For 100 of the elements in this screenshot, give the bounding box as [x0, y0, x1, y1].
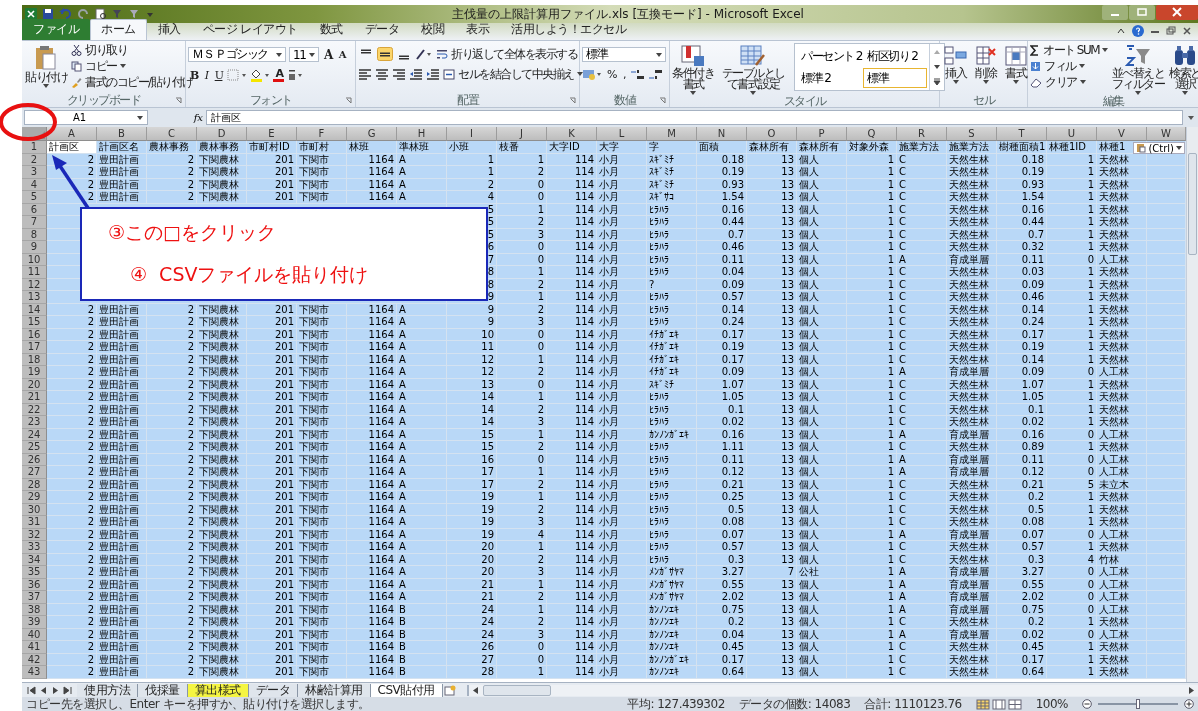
table-cell: 施業方法 — [947, 141, 997, 154]
table-cell: A — [897, 466, 947, 479]
table-cell: 下関市 — [297, 441, 347, 454]
ribbon-tab[interactable]: 挿入 — [146, 19, 192, 40]
row-header[interactable]: 37 — [22, 591, 47, 604]
table-cell: 13 — [747, 441, 797, 454]
insert-button[interactable]: 挿入 — [942, 43, 969, 84]
column-header[interactable]: O — [747, 127, 797, 141]
column-header[interactable]: P — [797, 127, 847, 141]
clear-button[interactable]: クリア — [1030, 75, 1109, 89]
font-name-dropdown[interactable]: ＭＳ Ｐゴシック — [188, 47, 286, 62]
grow-font-button[interactable]: A — [322, 47, 334, 62]
row-header[interactable]: 1 — [22, 141, 47, 154]
table-cell: 1 — [847, 441, 897, 454]
row-header[interactable]: 7 — [22, 216, 47, 229]
delete-button[interactable]: 削除 — [972, 43, 999, 84]
row-header[interactable]: 25 — [22, 441, 47, 454]
underline-button[interactable]: U — [212, 68, 225, 82]
column-header[interactable]: B — [97, 127, 147, 141]
column-header[interactable]: H — [397, 127, 447, 141]
sheet-tab[interactable]: 使用方法 — [77, 683, 138, 697]
column-header[interactable]: T — [997, 127, 1047, 141]
name-box[interactable]: A1 — [24, 110, 148, 125]
table-cell: 天然林 — [1097, 316, 1147, 329]
row-header[interactable]: 41 — [22, 641, 47, 654]
column-header[interactable]: F — [297, 127, 347, 141]
row-header[interactable]: 43 — [22, 666, 47, 679]
format-button[interactable]: 書式 — [1002, 43, 1029, 84]
conditional-formatting-button[interactable]: 条件付き書式 — [672, 43, 714, 95]
autosum-button[interactable]: オート SUM — [1030, 43, 1109, 57]
column-header[interactable]: S — [947, 127, 997, 141]
table-cell: 201 — [247, 516, 297, 529]
sheet-tab[interactable]: 林齢計算用 — [298, 683, 371, 697]
sort-filter-button[interactable]: 並べ替えとフィルター — [1111, 43, 1166, 95]
ribbon-tab[interactable]: 数式 — [308, 19, 354, 40]
ribbon-tab[interactable]: ページ レイアウト — [191, 19, 309, 40]
row-header[interactable]: 15 — [22, 316, 47, 329]
column-header[interactable]: Q — [847, 127, 897, 141]
row-header[interactable]: 29 — [22, 491, 47, 504]
table-cell: 1 — [847, 316, 897, 329]
percent-button[interactable]: % — [605, 68, 618, 81]
column-header[interactable]: V — [1097, 127, 1147, 141]
row-header[interactable]: 23 — [22, 416, 47, 429]
column-header[interactable]: D — [197, 127, 247, 141]
cell-style-option[interactable]: 桁区切り 2 — [863, 46, 927, 66]
row-header[interactable]: 19 — [22, 366, 47, 379]
cell-style-option[interactable]: 標準 — [863, 68, 927, 88]
row-header[interactable]: 5 — [22, 191, 47, 204]
column-header[interactable]: W — [1147, 127, 1186, 141]
font-color-button[interactable]: A — [273, 68, 285, 82]
column-header[interactable]: E — [247, 127, 297, 141]
column-header[interactable]: N — [697, 127, 747, 141]
column-header[interactable]: I — [447, 127, 497, 141]
cell-style-option[interactable]: 標準 2 — [797, 68, 861, 88]
comma-button[interactable]: , — [620, 68, 627, 81]
row-header[interactable]: 11 — [22, 266, 47, 279]
sheet-tab[interactable]: 算出様式 — [187, 683, 249, 697]
wrap-text-button[interactable]: 折り返して全体を表示する — [436, 47, 577, 61]
table-cell: 1 — [1047, 441, 1097, 454]
column-header[interactable]: U — [1047, 127, 1097, 141]
paste-options-button[interactable]: (Ctrl) — [1133, 142, 1185, 154]
formula-field[interactable]: 計画区 — [206, 110, 1183, 125]
table-cell: 1 — [847, 566, 897, 579]
ribbon-tab[interactable]: ファイル — [22, 19, 90, 40]
column-header[interactable]: L — [597, 127, 647, 141]
column-header[interactable]: J — [497, 127, 547, 141]
row-header[interactable]: 27 — [22, 466, 47, 479]
zoom-level[interactable]: 100% — [1035, 697, 1068, 711]
number-format-dropdown[interactable]: 標準 — [582, 47, 666, 62]
column-header[interactable]: M — [647, 127, 697, 141]
row-header[interactable]: 9 — [22, 241, 47, 254]
row-header[interactable]: 39 — [22, 616, 47, 629]
column-header[interactable]: C — [147, 127, 197, 141]
merge-center-button[interactable]: セルを結合して中央揃え — [443, 67, 583, 81]
column-header[interactable]: K — [547, 127, 597, 141]
find-select-button[interactable]: 検索と選択 — [1168, 43, 1198, 95]
fill-button[interactable]: フィル — [1030, 59, 1109, 73]
sheet-tab[interactable]: 伐採量 — [138, 683, 188, 697]
font-size-dropdown[interactable]: 11 — [289, 47, 319, 62]
paste-button[interactable]: 貼り付け — [24, 43, 68, 88]
insert-function-button[interactable]: fx — [193, 112, 203, 123]
format-as-table-button[interactable]: テーブルとして書式設定 — [717, 43, 789, 95]
row-header[interactable]: 35 — [22, 566, 47, 579]
row-header[interactable]: 21 — [22, 391, 47, 404]
sheet-tab[interactable]: CSV貼付用 — [370, 683, 443, 697]
column-header[interactable]: R — [897, 127, 947, 141]
row-header[interactable]: 3 — [22, 166, 47, 179]
ribbon-tab[interactable]: ホーム — [90, 19, 147, 40]
row-header[interactable]: 17 — [22, 341, 47, 354]
column-header[interactable]: A — [47, 127, 97, 141]
ribbon-tab[interactable]: データ — [353, 19, 411, 40]
table-cell: 個人 — [797, 466, 847, 479]
shrink-font-button[interactable]: A — [336, 49, 348, 60]
column-header[interactable]: G — [347, 127, 397, 141]
sheet-tab[interactable]: データ — [248, 683, 298, 697]
row-header[interactable]: 13 — [22, 291, 47, 304]
row-header[interactable]: 33 — [22, 541, 47, 554]
row-header[interactable]: 31 — [22, 516, 47, 529]
cell-style-option[interactable]: パーセント 2 — [797, 46, 861, 66]
italic-button[interactable]: I — [202, 68, 210, 82]
